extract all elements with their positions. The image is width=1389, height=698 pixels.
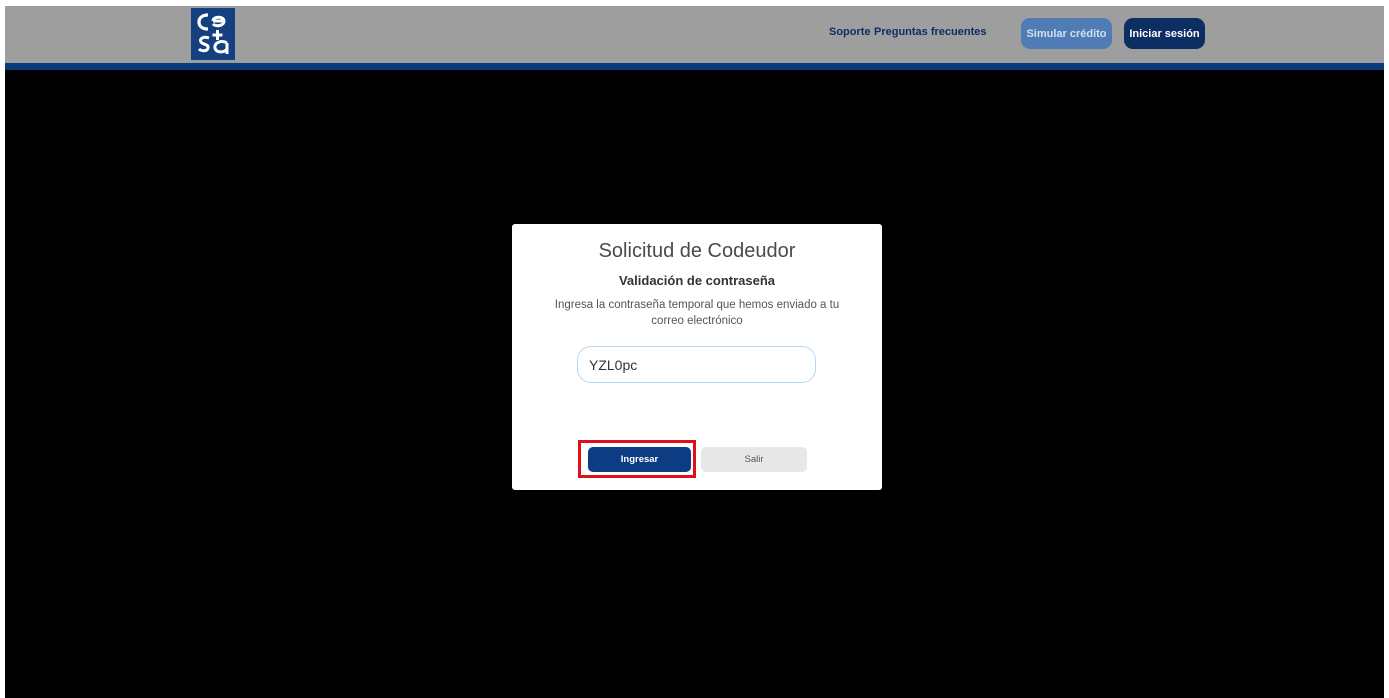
ingresar-button[interactable]: Ingresar	[588, 447, 691, 472]
nav-link-soporte[interactable]: Soporte	[829, 26, 871, 38]
salir-label: Salir	[744, 454, 764, 465]
modal-subtitle: Validación de contraseña	[618, 273, 776, 288]
simular-credito-button[interactable]: Simular crédito	[1021, 18, 1112, 49]
temporary-password-input[interactable]	[577, 346, 816, 383]
password-validation-modal: Solicitud de Codeudor Validación de cont…	[512, 224, 882, 490]
simular-credito-label: Simular crédito	[1026, 27, 1107, 40]
ingresar-label: Ingresar	[620, 454, 659, 465]
iniciar-sesion-button[interactable]: Iniciar sesión	[1124, 18, 1205, 49]
iniciar-sesion-label: Iniciar sesión	[1129, 27, 1200, 40]
app-frame: Soporte Preguntas frecuentes Simular cré…	[5, 6, 1384, 698]
cesa-logo-icon[interactable]	[191, 8, 235, 60]
nav-link-preguntas-frecuentes[interactable]: Preguntas frecuentes	[874, 26, 986, 38]
modal-description: Ingresa la contraseña temporal que hemos…	[554, 299, 840, 327]
salir-button[interactable]: Salir	[701, 447, 807, 472]
top-header: Soporte Preguntas frecuentes Simular cré…	[5, 6, 1384, 70]
modal-title: Solicitud de Codeudor	[598, 240, 796, 262]
